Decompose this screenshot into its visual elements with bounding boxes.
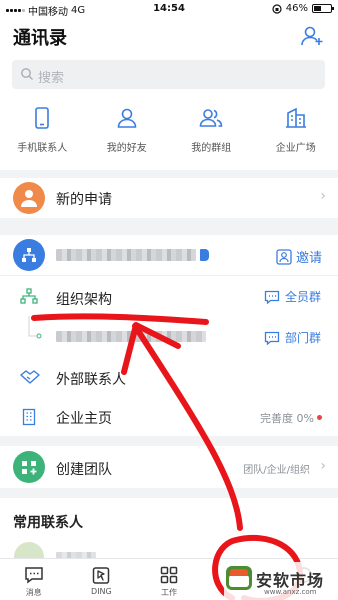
quick-actions: 手机联系人 我的好友 我的群组 企业广场: [0, 94, 338, 170]
new-request-avatar: [13, 182, 45, 214]
status-bar: 中国移动 4G 14:54 46%: [0, 0, 338, 18]
invite-button[interactable]: 邀请: [276, 247, 322, 266]
app-header: 通讯录: [0, 18, 338, 56]
external-contacts-label: 外部联系人: [56, 372, 126, 388]
department-group-button[interactable]: 部门群: [264, 329, 321, 346]
invite-icon: [276, 248, 292, 265]
chat-bubble-icon: [264, 331, 280, 345]
quick-enterprise-square[interactable]: 企业广场: [254, 94, 338, 170]
grid-icon: [160, 566, 178, 584]
search-input[interactable]: 搜索: [12, 60, 325, 89]
watermark-url: www.anxz.com: [264, 588, 317, 596]
tab-messages[interactable]: 消息: [0, 559, 68, 600]
all-staff-group-label: 全员群: [285, 290, 322, 304]
new-request-label: 新的申请: [56, 192, 112, 208]
rotation-lock-icon: [272, 3, 282, 14]
add-contact-icon[interactable]: [300, 24, 324, 48]
quick-label: 手机联系人: [17, 143, 68, 154]
create-team-row[interactable]: 创建团队 团队/企业/组织 ›: [0, 446, 338, 488]
group-icon: [199, 109, 223, 127]
create-team-hint: 团队/企业/组织: [243, 465, 310, 476]
message-icon: [25, 567, 43, 584]
quick-my-groups[interactable]: 我的群组: [169, 94, 254, 170]
battery-icon: [312, 4, 334, 13]
quick-label: 我的好友: [106, 143, 147, 154]
certified-icon: [200, 249, 209, 261]
quick-label: 企业广场: [275, 143, 316, 154]
department-group-label: 部门群: [285, 331, 322, 345]
org-structure-row[interactable]: 组织架构 全员群: [0, 276, 338, 316]
handshake-icon: [20, 370, 40, 384]
frequent-contacts-section: 常用联系人: [0, 498, 338, 572]
chevron-right-icon: ›: [320, 458, 326, 474]
person-icon: [21, 190, 37, 207]
watermark-logo-icon: [226, 566, 252, 590]
org-structure-label: 组织架构: [56, 292, 112, 308]
phone-icon: [35, 107, 50, 129]
tree-branch-icon: [28, 316, 42, 339]
status-right: 46%: [272, 3, 334, 14]
org-name-blurred: [56, 249, 196, 261]
tab-work[interactable]: 工作: [135, 559, 203, 600]
quick-label: 我的群组: [191, 143, 232, 154]
department-row[interactable]: 部门群: [0, 316, 338, 356]
search-icon: [21, 68, 33, 80]
team-add-icon: [22, 461, 37, 475]
external-contacts-row[interactable]: 外部联系人: [0, 356, 338, 398]
enterprise-homepage-row[interactable]: 企业主页 完善度 0%: [0, 398, 338, 436]
org-chart-icon: [22, 248, 36, 262]
chat-bubble-icon: [264, 290, 280, 304]
battery-percent: 46%: [285, 3, 308, 14]
quick-phone-contacts[interactable]: 手机联系人: [0, 94, 85, 170]
create-team-label: 创建团队: [56, 462, 112, 478]
org-header-row[interactable]: 邀请: [0, 235, 338, 275]
red-dot-badge: [317, 415, 322, 420]
create-team-avatar: [13, 451, 45, 483]
new-request-row[interactable]: 新的申请 ›: [0, 178, 338, 218]
tab-label: 工作: [160, 588, 177, 597]
tab-ding[interactable]: DING: [68, 559, 136, 600]
search-placeholder: 搜索: [38, 71, 65, 86]
completeness-label: 完善度 0%: [260, 412, 314, 425]
enterprise-homepage-label: 企业主页: [56, 411, 112, 427]
watermark: 安软市场 www.anxz.com: [224, 562, 336, 600]
building-icon: [285, 107, 306, 128]
org-avatar: [13, 239, 45, 271]
org-structure-icon: [20, 288, 38, 304]
chevron-right-icon: ›: [320, 188, 326, 204]
tab-label: 消息: [25, 588, 42, 597]
search-section: 搜索: [0, 56, 338, 94]
department-name-blurred: [56, 331, 206, 342]
ding-icon: [93, 567, 110, 584]
invite-label: 邀请: [296, 251, 323, 266]
person-icon: [117, 108, 137, 128]
all-staff-group-button[interactable]: 全员群: [264, 288, 321, 305]
page-title: 通讯录: [13, 28, 67, 49]
quick-my-friends[interactable]: 我的好友: [85, 94, 170, 170]
frequent-contacts-title: 常用联系人: [13, 515, 83, 531]
tab-label: DING: [91, 587, 112, 596]
building-icon: [22, 408, 36, 426]
